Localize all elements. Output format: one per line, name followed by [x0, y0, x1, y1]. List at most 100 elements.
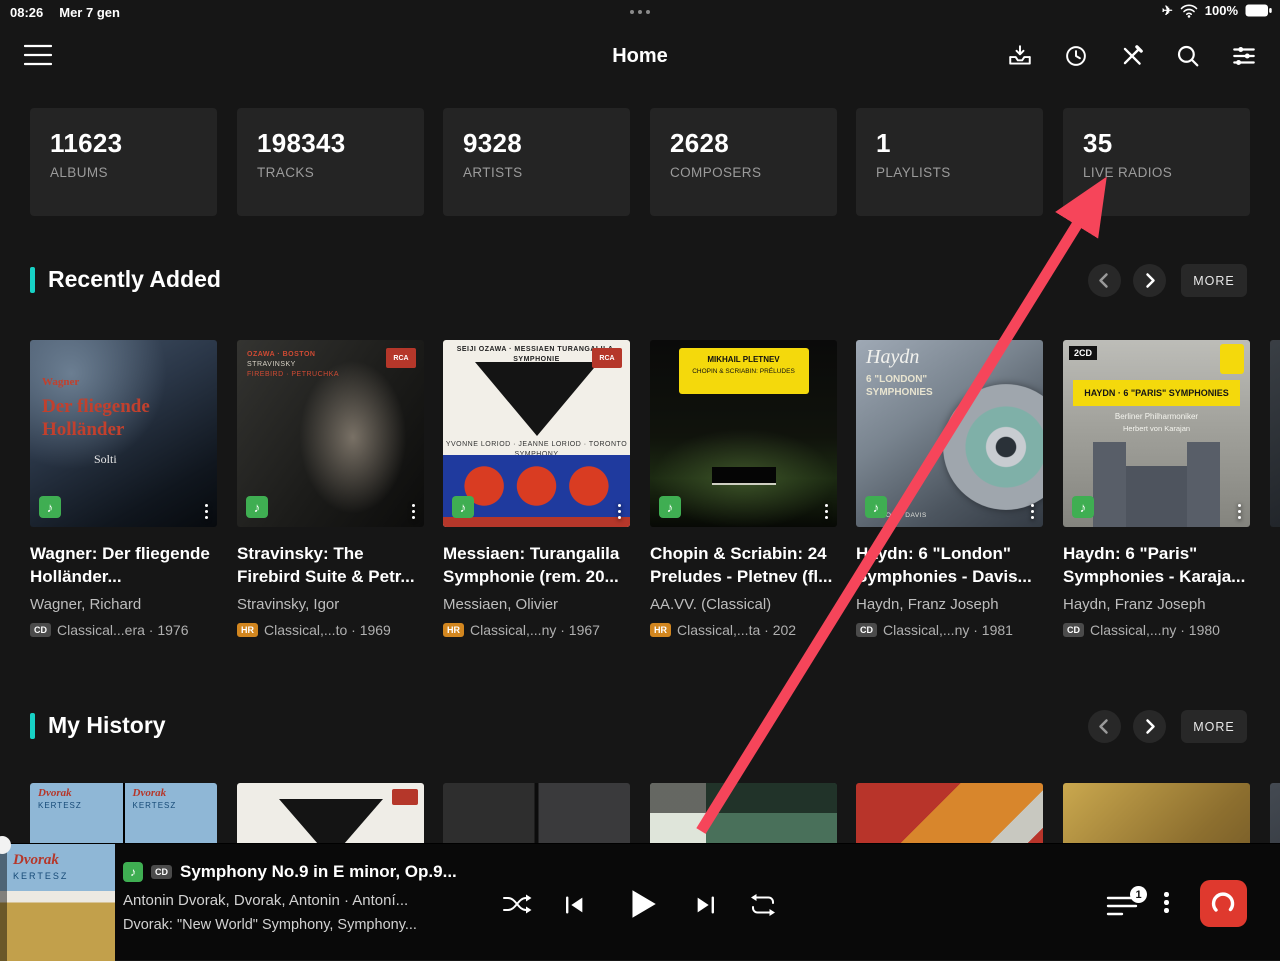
album-art-text: MIKHAIL PLETNEV — [683, 355, 805, 364]
album-card[interactable]: Haydn 6 "LONDON" SYMPHONIES SIR COLIN DA… — [856, 340, 1043, 638]
stat-albums[interactable]: 11623 ALBUMS — [30, 108, 217, 216]
now-playing-art[interactable]: Dvorak KERTESZ — [0, 844, 115, 961]
section-accent-bar — [30, 267, 35, 293]
search-button[interactable] — [1174, 42, 1202, 70]
history-art: Dvorak KERTESZ Dvorak KERTESZ — [30, 783, 217, 843]
now-playing-track: Symphony No.9 in E minor, Op.9... — [180, 862, 457, 882]
wifi-icon — [1180, 4, 1198, 18]
status-bar-left: 08:26 Mer 7 gen — [10, 5, 120, 20]
album-artist: AA.VV. (Classical) — [650, 596, 837, 613]
stat-value: 1 — [876, 128, 1043, 159]
stat-composers[interactable]: 2628 COMPOSERS — [650, 108, 837, 216]
album-art-text: FIREBIRD · PETRUCHKA — [247, 370, 339, 380]
album-artist: Wagner, Richard — [30, 596, 217, 613]
album-card[interactable]: SEIJI OZAWA · MESSIAEN TURANGALILA-SYMPH… — [443, 340, 630, 638]
app-logo-button[interactable] — [1200, 880, 1247, 927]
cathedral-artwork — [1093, 442, 1220, 527]
shuffle-button[interactable] — [502, 892, 532, 916]
history-item[interactable] — [1270, 783, 1280, 843]
album-menu-icon[interactable] — [1029, 502, 1037, 522]
kebab-icon — [1164, 892, 1169, 897]
play-icon — [624, 886, 660, 922]
history-item[interactable] — [443, 783, 630, 843]
album-art: OZAWA · BOSTON STRAVINSKY FIREBIRD · PET… — [237, 340, 424, 527]
quality-badge: CD — [151, 865, 172, 879]
queue-count-badge: 1 — [1130, 886, 1147, 903]
player-bar: Dvorak KERTESZ ♪ CD Symphony No.9 in E m… — [0, 843, 1280, 960]
stat-tracks[interactable]: 198343 TRACKS — [237, 108, 424, 216]
album-menu-icon[interactable] — [410, 502, 418, 522]
album-meta: Classical...era · 1976 — [57, 622, 189, 638]
recently-added-next-button[interactable] — [1133, 264, 1166, 297]
history-item[interactable]: Dvorak KERTESZ Dvorak KERTESZ — [30, 783, 217, 843]
album-title: Messiaen: Turangalila Symphonie (rem. 20… — [443, 542, 630, 588]
search-icon — [1175, 43, 1201, 69]
next-track-button[interactable] — [692, 894, 718, 916]
history-art — [1270, 783, 1280, 843]
triangle-artwork — [475, 362, 599, 436]
history-button[interactable] — [1062, 42, 1090, 70]
album-meta: Classical,...ta · 202 — [677, 622, 796, 638]
now-playing-info[interactable]: ♪ CD Symphony No.9 in E minor, Op.9... A… — [123, 862, 495, 933]
app-logo-icon — [1210, 890, 1237, 917]
history-clock-icon — [1063, 43, 1089, 69]
tools-icon — [1119, 43, 1145, 69]
album-card[interactable]: 2CD HAYDN · 6 "PARIS" SYMPHONIES Berline… — [1063, 340, 1250, 638]
history-item[interactable] — [237, 783, 424, 843]
album-title: Wagner: Der fliegende Holländer... — [30, 542, 217, 588]
stat-artists[interactable]: 9328 ARTISTS — [443, 108, 630, 216]
section-title: My History — [48, 712, 166, 739]
album-art-text: Solti — [94, 452, 117, 467]
quality-badge: CD — [856, 623, 877, 637]
status-date: Mer 7 gen — [59, 5, 120, 20]
quality-badge: CD — [30, 623, 51, 637]
album-card[interactable]: OZAWA · BOSTON STRAVINSKY FIREBIRD · PET… — [237, 340, 424, 638]
album-menu-icon[interactable] — [1236, 502, 1244, 522]
history-item[interactable] — [650, 783, 837, 843]
album-menu-icon[interactable] — [616, 502, 624, 522]
format-badge-icon: ♪ — [659, 496, 681, 518]
repeat-button[interactable] — [748, 893, 778, 917]
album-card[interactable]: MIKHAIL PLETNEV CHOPIN & SCRIABIN: PRÉLU… — [650, 340, 837, 638]
album-menu-icon[interactable] — [203, 502, 211, 522]
recently-added-prev-button[interactable] — [1088, 264, 1121, 297]
next-icon — [692, 894, 718, 916]
history-item[interactable] — [856, 783, 1043, 843]
history-art-text: Dvorak — [38, 787, 72, 799]
album-card[interactable]: Wagner Der fliegende Holländer Solti ♪ W… — [30, 340, 217, 638]
stat-value: 11623 — [50, 128, 217, 159]
history-item[interactable] — [1063, 783, 1250, 843]
my-history-more-button[interactable]: MORE — [1181, 710, 1247, 743]
play-button[interactable] — [624, 886, 660, 927]
stat-value: 198343 — [257, 128, 424, 159]
format-badge-icon: ♪ — [865, 496, 887, 518]
filter-button[interactable] — [1230, 42, 1258, 70]
history-art-text: KERTESZ — [38, 801, 82, 810]
stat-live-radios[interactable]: 35 LIVE RADIOS — [1063, 108, 1250, 216]
chevron-left-icon — [1088, 264, 1121, 297]
stat-label: TRACKS — [257, 165, 424, 180]
history-art-text: Dvorak — [133, 787, 167, 799]
inbox-button[interactable] — [1006, 42, 1034, 70]
my-history-next-button[interactable] — [1133, 710, 1166, 743]
album-menu-icon[interactable] — [823, 502, 831, 522]
album-art-text: 6 "LONDON" — [866, 374, 927, 385]
album-artist: Haydn, Franz Joseph — [1063, 596, 1250, 613]
label-logo — [1220, 344, 1244, 374]
my-history-prev-button[interactable] — [1088, 710, 1121, 743]
artwork-footer — [443, 517, 630, 527]
stat-playlists[interactable]: 1 PLAYLISTS — [856, 108, 1043, 216]
player-menu-button[interactable] — [1164, 892, 1169, 897]
stat-label: COMPOSERS — [670, 165, 837, 180]
tools-button[interactable] — [1118, 42, 1146, 70]
previous-track-button[interactable] — [562, 894, 588, 916]
battery-percent: 100% — [1205, 3, 1238, 18]
recently-added-more-button[interactable]: MORE — [1181, 264, 1247, 297]
album-card-partial[interactable] — [1270, 340, 1280, 527]
filter-sliders-icon — [1231, 43, 1257, 69]
section-recently-added: Recently Added — [30, 266, 221, 293]
shuffle-icon — [502, 892, 532, 916]
queue-button[interactable]: 1 — [1106, 894, 1138, 918]
repeat-icon — [748, 893, 778, 917]
album-art-text: 2CD — [1069, 346, 1097, 360]
